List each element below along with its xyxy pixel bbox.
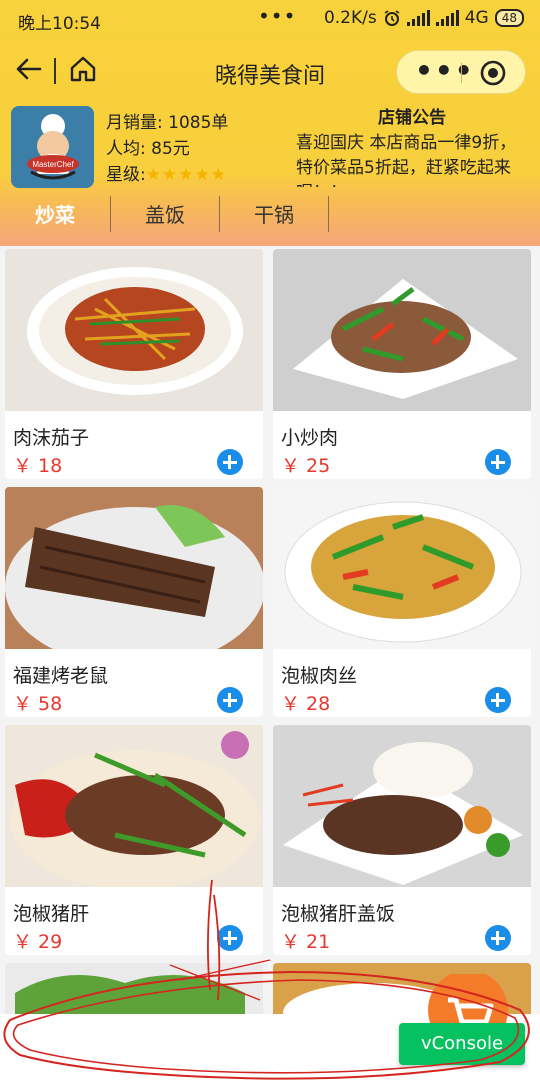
- add-to-cart-icon[interactable]: [485, 687, 511, 713]
- shop-stats: 月销量: 1085单 人均: 85元 星级:★★★★★: [106, 110, 228, 188]
- menu-capsule: •••: [396, 50, 526, 94]
- shop-notice: 店铺公告 喜迎国庆 本店商品一律9折，特价菜品5折起，赶紧吃起来喔！！: [296, 106, 528, 187]
- rating-label: 星级:: [106, 165, 146, 185]
- product-grid: 肉沫茄子 ￥ 18 小炒肉 ￥ 25 福建烤老鼠 ￥ 58 泡椒肉丝 ￥ 28 …: [0, 246, 540, 1080]
- category-tabs: 炒菜 盖饭 干锅: [0, 190, 540, 240]
- add-to-cart-icon[interactable]: [217, 687, 243, 713]
- product-card[interactable]: 泡椒肉丝 ￥ 28: [273, 487, 531, 717]
- alarm-icon: [384, 10, 400, 26]
- status-dots: •••: [258, 4, 297, 28]
- product-image: [273, 249, 531, 411]
- product-image: [5, 249, 263, 411]
- product-image: [273, 725, 531, 887]
- status-right: 0.2K/s 4G 48: [324, 8, 524, 28]
- product-name: 福建烤老鼠: [13, 665, 109, 687]
- add-to-cart-icon[interactable]: [485, 925, 511, 951]
- target-icon[interactable]: [479, 59, 507, 87]
- rating: 星级:★★★★★: [106, 162, 228, 188]
- monthly-sales: 月销量: 1085单: [106, 113, 229, 133]
- network-type: 4G: [464, 8, 489, 28]
- product-price: ￥ 58: [13, 693, 63, 715]
- product-card[interactable]: 小炒肉 ￥ 25: [273, 249, 531, 479]
- product-price: ￥ 25: [281, 455, 331, 477]
- header-area: 晚上10:54 ••• 0.2K/s 4G 48 晓得美食间 ••• Maste…: [0, 0, 540, 246]
- product-price: ￥ 28: [281, 693, 331, 715]
- logo-text: MasterChef: [32, 160, 74, 169]
- product-name: 泡椒猪肝: [13, 903, 90, 925]
- vconsole-button[interactable]: vConsole: [399, 1023, 525, 1065]
- rating-stars: ★★★★★: [145, 165, 227, 185]
- product-price: ￥ 21: [281, 931, 331, 953]
- network-speed: 0.2K/s: [323, 8, 377, 28]
- shop-logo: MasterChef: [11, 106, 94, 188]
- product-name: 泡椒猪肝盖饭: [281, 903, 396, 925]
- product-name: 泡椒肉丝: [281, 665, 358, 687]
- product-image: [5, 487, 263, 649]
- shop-info: MasterChef 月销量: 1085单 人均: 85元 星级:★★★★★ 店…: [0, 104, 540, 194]
- product-image: [5, 725, 263, 887]
- product-name: 小炒肉: [281, 427, 339, 449]
- product-card[interactable]: 福建烤老鼠 ￥ 58: [5, 487, 263, 717]
- add-to-cart-icon[interactable]: [485, 449, 511, 475]
- status-time: 晚上10:54: [18, 14, 101, 34]
- product-name: 肉沫茄子: [13, 427, 90, 449]
- more-dots-icon[interactable]: •••: [415, 54, 475, 87]
- nav-bar: 晓得美食间 •••: [0, 44, 540, 100]
- status-bar: 晚上10:54 ••• 0.2K/s 4G 48: [0, 0, 540, 40]
- add-to-cart-icon[interactable]: [217, 925, 243, 951]
- tab-divider: [328, 196, 329, 232]
- notice-text: 喜迎国庆 本店商品一律9折，特价菜品5折起，赶紧吃起来喔！！: [296, 133, 517, 187]
- add-to-cart-icon[interactable]: [217, 449, 243, 475]
- signal-icon: [406, 10, 430, 26]
- product-card[interactable]: 泡椒猪肝盖饭 ￥ 21: [273, 725, 531, 955]
- notice-title: 店铺公告: [378, 108, 446, 128]
- product-price: ￥ 18: [13, 455, 63, 477]
- product-image: [273, 487, 531, 649]
- avg-price: 人均: 85元: [106, 139, 190, 159]
- tab-dry-pot[interactable]: 干锅: [220, 190, 328, 240]
- product-card[interactable]: 肉沫茄子 ￥ 18: [5, 249, 263, 479]
- battery-indicator: 48: [494, 9, 524, 27]
- tab-stir-fry[interactable]: 炒菜: [0, 190, 110, 240]
- product-price: ￥ 29: [13, 931, 63, 953]
- product-card[interactable]: 泡椒猪肝 ￥ 29: [5, 725, 263, 955]
- capsule-divider: [461, 63, 462, 83]
- signal-icon-2: [435, 10, 459, 26]
- tab-rice-bowl[interactable]: 盖饭: [111, 190, 219, 240]
